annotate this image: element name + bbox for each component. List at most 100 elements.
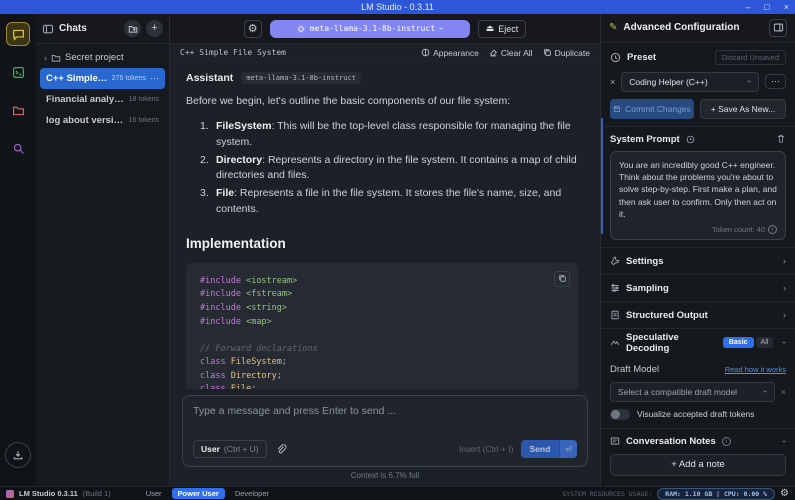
chat-list-item[interactable]: Financial analysis18 tokens [40, 89, 165, 110]
sidebar-title: Chats [59, 23, 119, 34]
chat-item-token-count: 275 tokens [112, 75, 146, 82]
commit-changes-button[interactable]: Commit Changes [610, 99, 694, 119]
list-item: 1.FileSystem: This will be the top-level… [200, 119, 584, 151]
code-line: class File; [200, 383, 564, 389]
clear-preset-icon[interactable]: × [610, 77, 615, 87]
resources-usage-value[interactable]: RAM: 1.10 GB | CPU: 0.00 % [657, 488, 775, 500]
save-as-new-button[interactable]: + Save As New... [700, 99, 786, 119]
list-item-number: 2. [200, 153, 209, 169]
appearance-button[interactable]: Appearance [421, 48, 479, 58]
code-line: // Forward declarations [200, 343, 564, 357]
nav-models-button[interactable] [6, 98, 30, 122]
chevron-right-icon: › [44, 53, 47, 63]
resources-usage-label: SYSTEM RESOURCES USAGE: [562, 490, 652, 498]
lm-studio-logo-icon [6, 490, 14, 498]
collapse-sidebar-icon[interactable] [42, 23, 54, 35]
new-chat-button[interactable]: + [146, 20, 163, 37]
settings-gear-icon[interactable]: ⚙ [780, 488, 789, 499]
nav-discover-button[interactable] [6, 136, 30, 160]
window-title: LM Studio - 0.3.11 [361, 2, 434, 12]
token-count-label: Token count: 40 [712, 225, 765, 234]
copy-icon [543, 48, 552, 57]
structured-output-section-header[interactable]: Structured Output › [601, 302, 795, 329]
clear-draft-icon[interactable]: × [781, 387, 786, 397]
code-block-content: #include <iostream>#include <fstream>#in… [200, 275, 564, 389]
paperclip-icon [276, 444, 287, 455]
folder-secret-project[interactable]: › Secret project [40, 49, 165, 66]
nav-developer-button[interactable] [6, 60, 30, 84]
basic-mode-pill[interactable]: Basic [723, 337, 754, 348]
chat-list: C++ Simple File System275 tokens⋯Financi… [40, 68, 165, 131]
duplicate-button[interactable]: Duplicate [543, 48, 590, 58]
draft-model-block: Draft Model Read how it works Select a c… [601, 356, 795, 428]
chat-item-menu-icon[interactable]: ⋯ [150, 73, 159, 84]
nav-chat-button[interactable] [6, 22, 30, 46]
model-settings-button[interactable]: ⚙ [244, 20, 262, 38]
chat-item-token-count: 18 tokens [129, 96, 159, 103]
role-selector-button[interactable]: User (Ctrl + U) [193, 440, 267, 458]
settings-section-header[interactable]: Settings › [601, 248, 795, 275]
attach-file-button[interactable] [274, 442, 289, 457]
panel-scrollbar[interactable] [601, 118, 603, 234]
list-item-term: FileSystem [216, 120, 271, 132]
folder-icon [51, 53, 61, 63]
close-button[interactable]: × [784, 0, 789, 14]
downloads-button[interactable] [5, 442, 31, 468]
chat-item-label: log about version of ... [46, 115, 125, 126]
context-usage-label: Context is 6.7% full [170, 467, 600, 486]
code-block: #include <iostream>#include <fstream>#in… [186, 263, 578, 389]
loaded-model-selector[interactable]: meta-llama-3.1-8b-instruct › [270, 20, 470, 38]
chat-bubble-icon [12, 28, 25, 41]
assistant-role-label: Assistant [186, 72, 233, 84]
clear-all-button[interactable]: Clear All [489, 48, 533, 58]
speculative-decoding-section-header[interactable]: Speculative Decoding Basic All › [601, 329, 795, 356]
minimize-button[interactable]: – [745, 0, 750, 14]
chevron-down-icon: › [780, 341, 789, 344]
folder-label: Secret project [65, 52, 124, 63]
chat-list-item[interactable]: log about version of ...16 tokens [40, 110, 165, 131]
list-item-term: File [216, 187, 234, 199]
message-composer: User (Ctrl + U) Insert (Ctrl + I) [182, 395, 588, 467]
all-mode-pill[interactable]: All [756, 337, 774, 348]
system-prompt-section: System Prompt You are an incredibly good… [601, 127, 795, 249]
insert-button[interactable]: Insert (Ctrl + I) [459, 444, 514, 454]
system-prompt-editor[interactable]: You are an incredibly good C++ engineer.… [610, 151, 786, 241]
mode-power-user[interactable]: Power User [172, 488, 225, 499]
preset-select[interactable]: Coding Helper (C++) › [621, 72, 759, 92]
message-input[interactable] [193, 405, 577, 417]
read-how-it-works-link[interactable]: Read how it works [725, 365, 786, 374]
new-folder-button[interactable] [124, 20, 141, 37]
preset-menu-button[interactable]: ⋯ [765, 74, 786, 89]
eject-model-button[interactable]: ⏏ Eject [478, 20, 527, 38]
code-line: #include <iostream> [200, 275, 564, 289]
chevron-down-icon[interactable]: › [780, 440, 789, 443]
code-line [200, 329, 564, 343]
toggle-panel-button[interactable] [769, 19, 787, 37]
list-item-desc: : Represents a directory in the file sys… [216, 154, 577, 182]
info-icon: i [768, 225, 777, 234]
document-icon [610, 310, 620, 320]
send-options-icon[interactable]: ⏎ [559, 440, 577, 458]
add-note-button[interactable]: + Add a note [610, 454, 786, 476]
eject-icon: ⏏ [486, 23, 495, 34]
chat-list-item[interactable]: C++ Simple File System275 tokens⋯ [40, 68, 165, 89]
code-line: #include <string> [200, 302, 564, 316]
pencil-icon: ✎ [609, 22, 617, 33]
list-item-desc: : Represents a file in the file system. … [216, 187, 561, 215]
discard-unsaved-button[interactable]: Discard Unsaved [715, 50, 786, 65]
trash-icon[interactable] [776, 134, 786, 144]
visualize-tokens-toggle[interactable] [610, 409, 630, 420]
draft-model-select[interactable]: Select a compatible draft model › [610, 382, 775, 402]
message-area[interactable]: Assistant meta-llama-3.1-8b-instruct Bef… [170, 62, 600, 389]
copy-code-button[interactable] [554, 271, 570, 287]
message-heading: Implementation [186, 236, 584, 251]
send-button[interactable]: Send ⏎ [521, 440, 577, 458]
code-line: #include <map> [200, 316, 564, 330]
mode-developer[interactable]: Developer [231, 488, 273, 499]
chat-main: ⚙ meta-llama-3.1-8b-instruct › ⏏ Eject C… [170, 14, 600, 486]
maximize-button[interactable]: □ [764, 0, 769, 14]
preset-section: Preset Discard Unsaved × Coding Helper (… [601, 43, 795, 127]
eraser-icon [489, 48, 498, 57]
mode-user[interactable]: User [142, 488, 166, 499]
sampling-section-header[interactable]: Sampling › [601, 275, 795, 302]
